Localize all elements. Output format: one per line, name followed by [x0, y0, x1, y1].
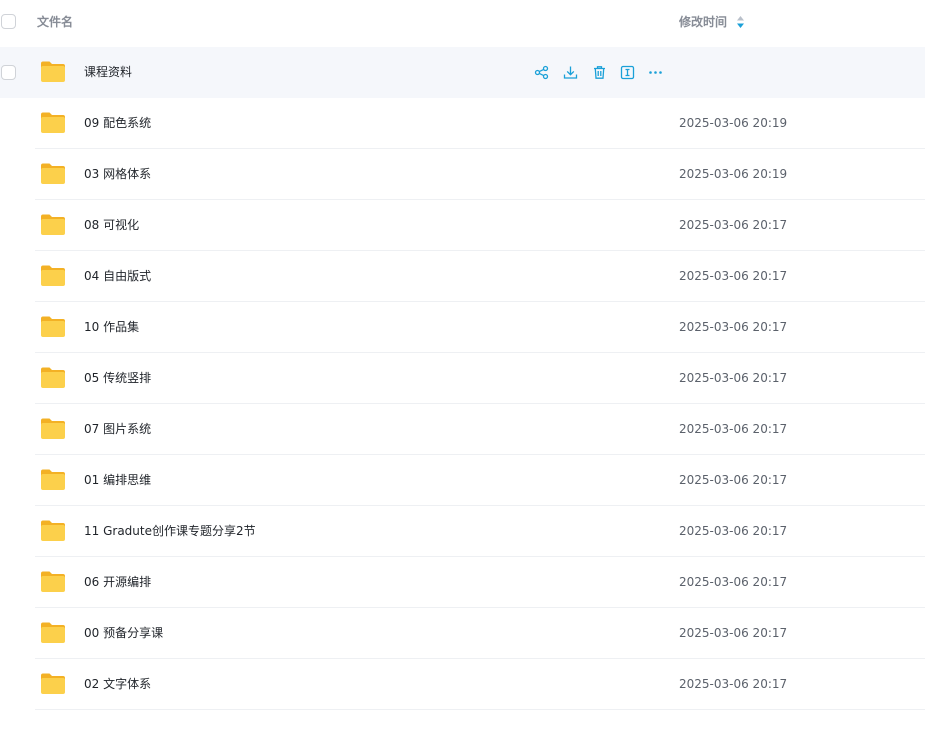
folder-icon	[41, 622, 65, 643]
folder-icon	[41, 367, 65, 388]
rename-icon[interactable]	[620, 65, 635, 80]
download-icon[interactable]	[563, 65, 578, 80]
sort-desc-icon[interactable]	[736, 15, 745, 29]
row-checkbox[interactable]	[1, 65, 16, 80]
folder-icon	[41, 316, 65, 337]
file-row[interactable]: 06 开源编排 2025-03-06 20:17	[0, 557, 925, 608]
row-modified-time: 2025-03-06 20:17	[679, 575, 788, 589]
file-list: 课程资料 09 配色系统 2025-03-06 20:19 03 网格体系 20…	[0, 47, 925, 710]
file-row[interactable]: 00 预备分享课 2025-03-06 20:17	[0, 608, 925, 659]
folder-icon	[41, 61, 65, 82]
folder-icon	[41, 469, 65, 490]
folder-icon	[41, 163, 65, 184]
row-divider	[35, 709, 925, 710]
row-modified-time: 2025-03-06 20:17	[679, 473, 788, 487]
row-modified-time: 2025-03-06 20:17	[679, 626, 788, 640]
folder-icon	[41, 673, 65, 694]
row-filename[interactable]: 03 网格体系	[84, 166, 151, 182]
row-modified-time: 2025-03-06 20:19	[679, 167, 788, 181]
file-row[interactable]: 课程资料	[0, 47, 925, 98]
file-row[interactable]: 09 配色系统 2025-03-06 20:19	[0, 98, 925, 149]
row-modified-time: 2025-03-06 20:17	[679, 422, 788, 436]
row-filename[interactable]: 11 Gradute创作课专题分享2节	[84, 523, 256, 539]
folder-icon	[41, 571, 65, 592]
row-modified-time: 2025-03-06 20:17	[679, 269, 788, 283]
row-filename[interactable]: 07 图片系统	[84, 421, 151, 437]
row-filename[interactable]: 08 可视化	[84, 217, 139, 233]
share-icon[interactable]	[534, 65, 549, 80]
row-modified-time: 2025-03-06 20:17	[679, 371, 788, 385]
row-filename[interactable]: 01 编排思维	[84, 472, 151, 488]
row-modified-time: 2025-03-06 20:17	[679, 524, 788, 538]
row-modified-time: 2025-03-06 20:19	[679, 116, 788, 130]
file-row[interactable]: 01 编排思维 2025-03-06 20:17	[0, 455, 925, 506]
row-filename[interactable]: 04 自由版式	[84, 268, 151, 284]
file-row[interactable]: 02 文字体系 2025-03-06 20:17	[0, 659, 925, 710]
column-header-modified-time[interactable]: 修改时间	[679, 14, 727, 30]
folder-icon	[41, 112, 65, 133]
column-header-filename[interactable]: 文件名	[37, 14, 73, 30]
file-row[interactable]: 05 传统竖排 2025-03-06 20:17	[0, 353, 925, 404]
file-row[interactable]: 04 自由版式 2025-03-06 20:17	[0, 251, 925, 302]
select-all-checkbox[interactable]	[1, 14, 16, 29]
file-row[interactable]: 07 图片系统 2025-03-06 20:17	[0, 404, 925, 455]
row-filename[interactable]: 06 开源编排	[84, 574, 151, 590]
file-row[interactable]: 08 可视化 2025-03-06 20:17	[0, 200, 925, 251]
file-list-header: 文件名 修改时间	[0, 0, 925, 44]
folder-icon	[41, 418, 65, 439]
row-filename[interactable]: 00 预备分享课	[84, 625, 163, 641]
row-filename[interactable]: 10 作品集	[84, 319, 139, 335]
row-filename[interactable]: 09 配色系统	[84, 115, 151, 131]
delete-icon[interactable]	[592, 65, 607, 80]
file-row[interactable]: 11 Gradute创作课专题分享2节 2025-03-06 20:17	[0, 506, 925, 557]
folder-icon	[41, 214, 65, 235]
row-modified-time: 2025-03-06 20:17	[679, 218, 788, 232]
folder-icon	[41, 520, 65, 541]
row-modified-time: 2025-03-06 20:17	[679, 320, 788, 334]
row-filename[interactable]: 课程资料	[84, 64, 132, 80]
file-row[interactable]: 10 作品集 2025-03-06 20:17	[0, 302, 925, 353]
folder-icon	[41, 265, 65, 286]
file-row[interactable]: 03 网格体系 2025-03-06 20:19	[0, 149, 925, 200]
row-filename[interactable]: 05 传统竖排	[84, 370, 151, 386]
more-icon[interactable]	[648, 65, 663, 80]
row-filename[interactable]: 02 文字体系	[84, 676, 151, 692]
row-modified-time: 2025-03-06 20:17	[679, 677, 788, 691]
